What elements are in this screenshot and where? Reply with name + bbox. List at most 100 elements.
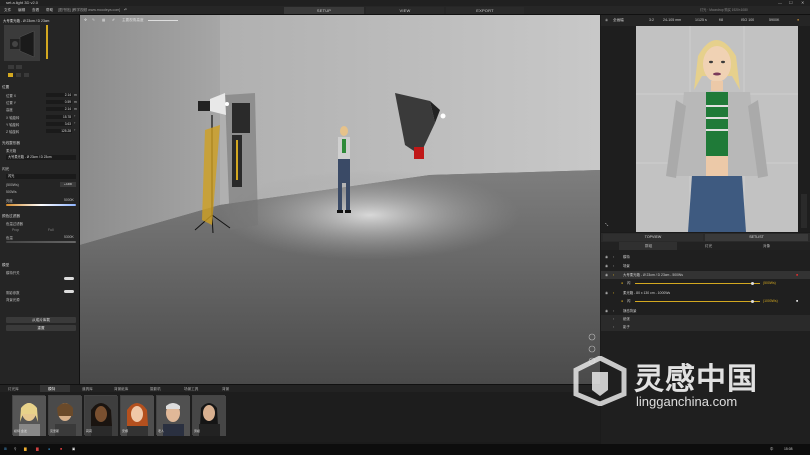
filter-slider[interactable] <box>6 241 76 243</box>
eye-icon[interactable]: ◉ <box>605 262 608 270</box>
mode-light-button[interactable] <box>8 73 13 77</box>
power-slider[interactable] <box>635 300 760 302</box>
list-item[interactable]: ◉ ▪ 场景 <box>601 262 810 270</box>
height-field[interactable]: 2.14 <box>46 107 72 111</box>
iso[interactable]: ISO 100 <box>741 15 754 26</box>
camera-height-slider[interactable] <box>148 20 178 21</box>
aspect-ratio[interactable]: 3:2 <box>649 15 654 26</box>
undo-icon[interactable]: ↶ <box>124 6 127 15</box>
list-item[interactable]: ◉ ▪ 柔光箱 - 80 x 130 cm - 1000Ws <box>601 289 810 297</box>
model-thumb[interactable]: 老人 <box>156 395 190 436</box>
height-slider[interactable] <box>46 25 48 59</box>
eye-icon[interactable]: ◉ <box>605 307 608 315</box>
subtab-groups[interactable]: 群组 <box>645 242 652 250</box>
model-toggle[interactable] <box>64 277 74 280</box>
eye-icon[interactable]: ◉ <box>605 289 608 297</box>
light-swatch-icon[interactable]: ■ <box>796 271 798 279</box>
camera-type[interactable]: 全画幅 <box>613 15 624 26</box>
search-icon[interactable]: ⚲ <box>14 444 16 455</box>
light-swatch-icon[interactable]: ■ <box>796 297 798 305</box>
lens[interactable]: 24-105 mm <box>663 15 681 26</box>
list-item[interactable]: ▪ 纸张 <box>601 315 810 323</box>
param-label: 位置 Y <box>6 101 16 105</box>
list-item[interactable]: ◉ ▪ 大号柔光箱 - Ø 23cm / D 23cm - 500Ws ■ <box>601 271 810 279</box>
menu-file[interactable]: 文件 <box>4 6 11 15</box>
preview-image <box>636 26 798 232</box>
tab-setlist[interactable]: SETLIST <box>705 234 808 241</box>
watermark-logo-icon <box>573 356 627 406</box>
mode-rotate-button[interactable] <box>24 73 29 77</box>
position-y-field[interactable]: 0.59 <box>46 100 72 104</box>
reset-button[interactable]: 重置 <box>6 325 76 331</box>
grid-tool-icon[interactable]: ▦ <box>102 18 105 22</box>
list-item[interactable]: ▪ 影子 <box>601 323 810 331</box>
lightshaper-select[interactable]: 大号柔光箱 - Ø 23cm / D 23cm <box>6 155 76 160</box>
shutter[interactable]: 1/125 s <box>695 15 707 26</box>
rotation-z-field[interactable]: 125.28 <box>46 129 72 133</box>
position-x-field[interactable]: 2.14 <box>46 93 72 97</box>
edit-tool-icon[interactable]: ✐ <box>112 18 115 22</box>
3d-viewport[interactable]: ✥ ✎ ▦ ✐ 主要视角高度 <box>80 15 600 384</box>
model-thumb[interactable]: 模特 金发 <box>12 395 46 436</box>
menu-right-info: 灯光 · Moondrop 购买 1920×1080 <box>700 8 748 12</box>
rotation-x-field[interactable]: 15.78 <box>46 115 72 119</box>
expand-icon[interactable]: ⤡ <box>605 222 608 227</box>
windows-start-icon[interactable]: ⊞ <box>4 444 7 455</box>
add-button[interactable]: +ADD <box>60 182 76 187</box>
load-library-button[interactable]: 从成片库载 <box>6 317 76 323</box>
color-wheel-icon[interactable]: ● <box>797 15 799 26</box>
model-thumb[interactable]: 莉莉 <box>84 395 118 436</box>
slider-knob[interactable] <box>751 281 754 285</box>
move-tool-icon[interactable]: ✥ <box>84 18 87 22</box>
tab-export[interactable]: EXPORT <box>446 7 524 14</box>
tab-setup[interactable]: SETUP <box>284 7 364 14</box>
right-panel-tabs: TOPVIEW SETLIST <box>601 233 810 242</box>
menu-edit[interactable]: 编辑 <box>18 6 25 15</box>
list-item[interactable]: ◉ ▪ 模特 <box>601 253 810 261</box>
flash-select[interactable]: 闪光 <box>6 174 76 179</box>
param-unit: m <box>74 100 77 104</box>
view-front-button[interactable] <box>8 65 14 69</box>
rotation-y-field[interactable]: 3.63 <box>46 122 72 126</box>
camera-preview[interactable]: ⤡ <box>601 26 810 232</box>
model-thumb[interactable]: 克里斯 <box>48 395 82 436</box>
white-balance[interactable]: 5900K <box>769 15 779 26</box>
camera-icon[interactable]: ◉ <box>605 15 608 26</box>
clock[interactable]: 15:08 <box>784 444 793 455</box>
menu-view[interactable]: 查看 <box>32 6 39 15</box>
view-side-button[interactable] <box>16 65 22 69</box>
model-thumb[interactable]: 安娜 <box>120 395 154 436</box>
light-properties-panel: 大号柔光箱 - Ø 23cm / D 23cm 位置 位置 X 2.14 m 位… <box>0 15 80 384</box>
shadow-toggle[interactable] <box>64 290 74 293</box>
tab-topview[interactable]: TOPVIEW <box>603 234 703 241</box>
model-thumb[interactable]: 男模 <box>192 395 226 436</box>
flash-icon: ● <box>621 299 624 303</box>
subtab-objects[interactable]: 对象 <box>763 242 770 250</box>
language-indicator[interactable]: 中 <box>770 444 773 455</box>
app-icon[interactable]: ▇ <box>36 444 39 455</box>
param-label: Y 轴旋转 <box>6 123 20 127</box>
slider-knob[interactable] <box>751 299 754 303</box>
setalight-icon[interactable]: ■ <box>60 444 62 455</box>
list-item[interactable]: ● 闪 (1000Ws) ■ <box>601 297 810 305</box>
param-unit: ° <box>74 122 76 126</box>
explorer-icon[interactable]: ▣ <box>72 444 75 455</box>
eye-icon[interactable]: ◉ <box>605 253 608 261</box>
list-item[interactable]: ◉ ▪ 静态背景 <box>601 307 810 315</box>
power-slider[interactable] <box>635 282 760 284</box>
mode-angle-button[interactable] <box>16 73 21 77</box>
subtab-lights[interactable]: 灯光 <box>705 242 712 250</box>
aperture[interactable]: f/8 <box>719 15 723 26</box>
pen-tool-icon[interactable]: ✎ <box>92 18 95 22</box>
folder-icon[interactable]: ▇ <box>24 444 27 455</box>
scene-icon: ▪ <box>613 264 615 268</box>
menu-help[interactable]: 帮助 <box>46 6 53 15</box>
light-thumbnail[interactable] <box>4 25 40 61</box>
watermark: 灵感中国 lingganchina.com <box>572 352 792 412</box>
browser-icon[interactable]: ● <box>48 444 50 455</box>
preview-zoom-tools[interactable] <box>801 194 807 228</box>
list-item[interactable]: ● 闪 (500Ws) <box>601 279 810 287</box>
tab-view[interactable]: VIEW <box>366 7 444 14</box>
color-temp-slider[interactable] <box>6 204 76 206</box>
eye-icon[interactable]: ◉ <box>605 271 608 279</box>
